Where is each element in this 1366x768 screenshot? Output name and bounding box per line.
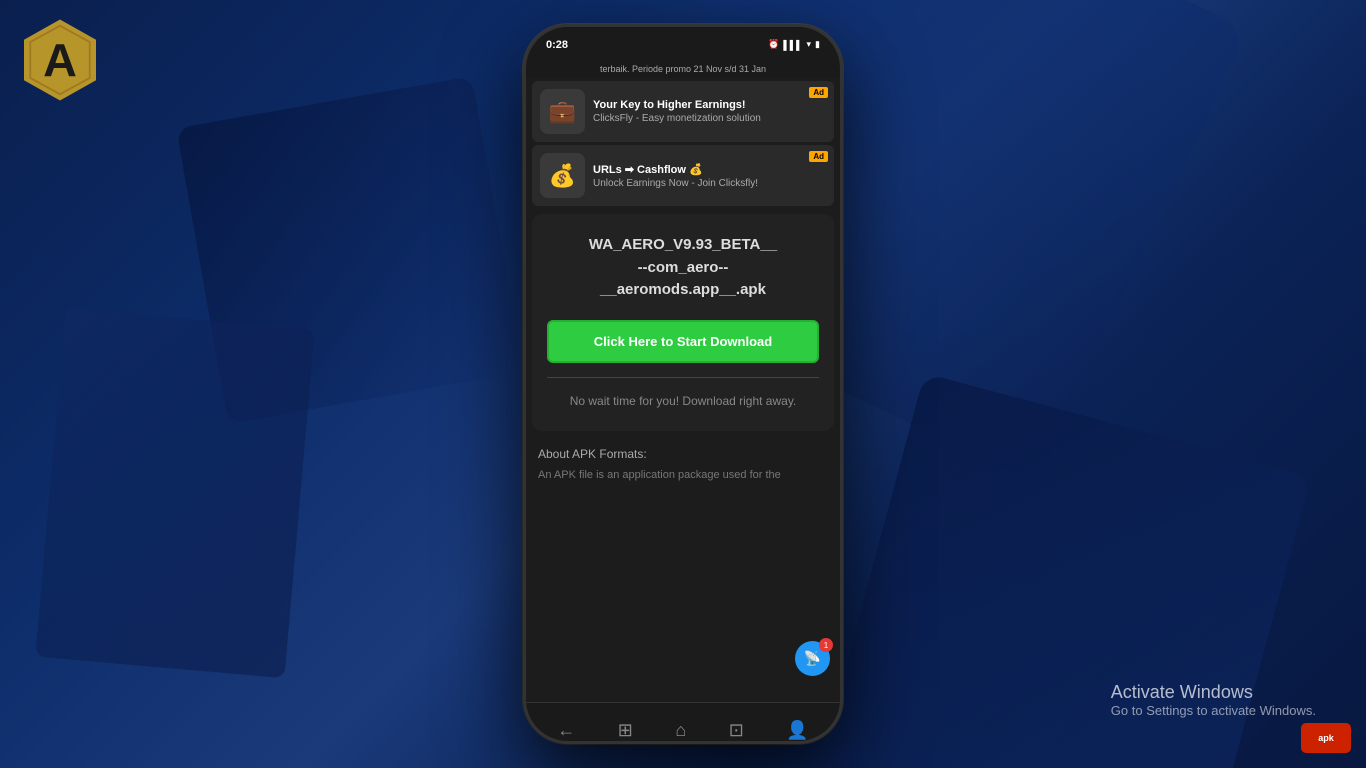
about-apk-title: About APK Formats: (538, 447, 828, 461)
float-action-button[interactable]: 📡 1 (795, 641, 830, 676)
phone-status-bar: 0:28 ⏰ ▌▌▌ ▾ ▮ (526, 27, 840, 62)
wifi-icon: ▾ (807, 39, 812, 50)
ad-1-title: Your Key to Higher Earnings! (593, 99, 761, 111)
corner-brand-icon: apk (1301, 723, 1351, 753)
phone-time: 0:28 (546, 39, 568, 51)
about-apk-section: About APK Formats: An APK file is an app… (526, 439, 840, 492)
ad-2-title: URLs ➡ Cashflow 💰 (593, 163, 758, 176)
nav-profile-icon[interactable]: 👤 (786, 720, 808, 741)
status-icons: ⏰ ▌▌▌ ▾ ▮ (768, 39, 820, 50)
phone-bottom-nav: ← ⊞ ⌂ ⊡ 👤 (526, 702, 840, 744)
phone-mockup: 0:28 ⏰ ▌▌▌ ▾ ▮ terbaik. Periode promo 21… (523, 24, 843, 744)
phone-container: 0:28 ⏰ ▌▌▌ ▾ ▮ terbaik. Periode promo 21… (523, 24, 843, 744)
file-name: WA_AERO_V9.93_BETA__--com_aero--__aeromo… (547, 234, 819, 302)
no-wait-text: No wait time for you! Download right awa… (547, 392, 819, 411)
ad-banner-1[interactable]: 💼 Your Key to Higher Earnings! ClicksFly… (532, 81, 834, 142)
ad-2-icon: 💰 (540, 153, 585, 198)
nav-tabs-icon[interactable]: ⊞ (618, 720, 633, 741)
phone-notch (643, 27, 723, 47)
ad-1-icon: 💼 (540, 89, 585, 134)
logo: A (15, 15, 115, 115)
nav-home-icon[interactable]: ⌂ (675, 720, 686, 741)
nav-back-icon[interactable]: ← (557, 720, 575, 741)
activate-windows-subtitle: Go to Settings to activate Windows. (1111, 703, 1316, 718)
float-badge: 1 (819, 638, 833, 652)
activate-windows-title: Activate Windows (1111, 682, 1316, 703)
notification-text: terbaik. Periode promo 21 Nov s/d 31 Jan (526, 62, 840, 78)
alarm-icon: ⏰ (768, 39, 779, 50)
activate-windows-watermark: Activate Windows Go to Settings to activ… (1111, 682, 1316, 718)
nav-files-icon[interactable]: ⊡ (729, 720, 744, 741)
download-card: WA_AERO_V9.93_BETA__--com_aero--__aeromo… (532, 214, 834, 431)
bg-shape-4 (35, 308, 315, 678)
divider (547, 377, 819, 378)
ad-banner-2[interactable]: 💰 URLs ➡ Cashflow 💰 Unlock Earnings Now … (532, 145, 834, 206)
ad-1-subtitle: ClicksFly - Easy monetization solution (593, 113, 761, 124)
float-icon: 📡 (804, 650, 821, 667)
download-button[interactable]: Click Here to Start Download (547, 320, 819, 363)
about-apk-text: An APK file is an application package us… (538, 467, 828, 484)
ad-2-text: URLs ➡ Cashflow 💰 Unlock Earnings Now - … (593, 163, 758, 189)
ad-1-badge: Ad (809, 87, 828, 98)
ad-2-badge: Ad (809, 151, 828, 162)
ad-1-text: Your Key to Higher Earnings! ClicksFly -… (593, 99, 761, 124)
signal-icon: ▌▌▌ (783, 40, 802, 50)
phone-screen: 💼 Your Key to Higher Earnings! ClicksFly… (526, 78, 840, 702)
battery-icon: ▮ (815, 39, 820, 50)
ad-2-subtitle: Unlock Earnings Now - Join Clicksfly! (593, 178, 758, 189)
svg-text:A: A (43, 34, 77, 86)
